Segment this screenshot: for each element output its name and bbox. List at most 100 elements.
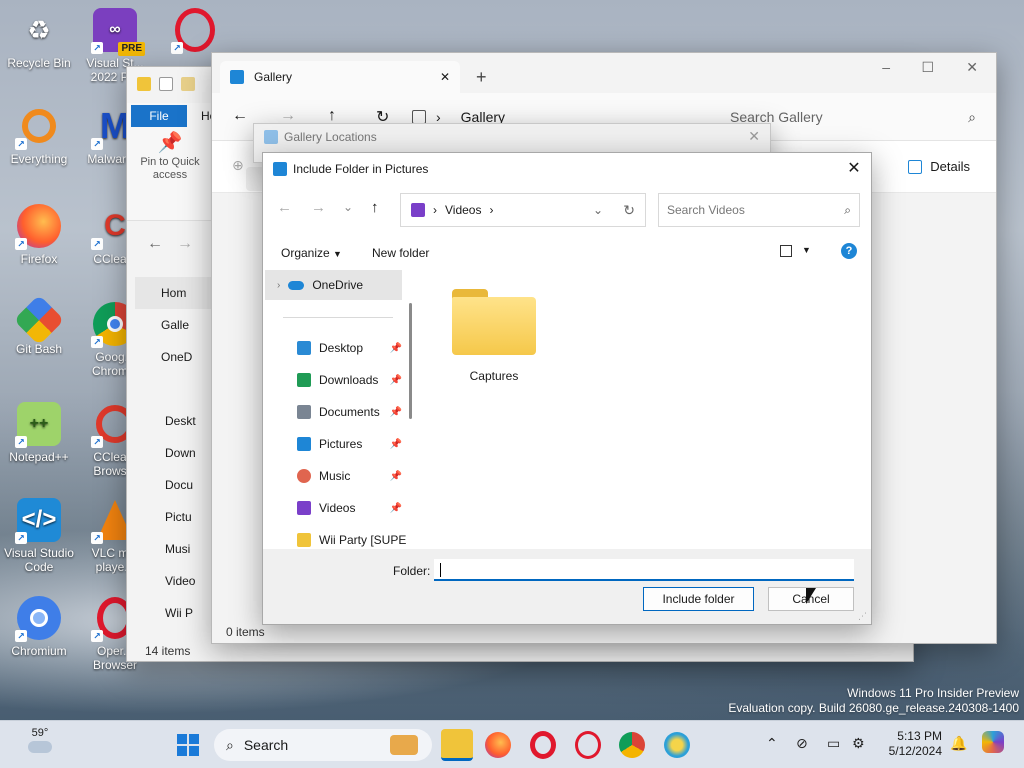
forward-arrow-icon[interactable]: →: [311, 199, 326, 216]
nav-label: Documents: [319, 405, 380, 419]
nav-item-documents[interactable]: Docu: [135, 469, 219, 501]
file-tab[interactable]: File: [131, 105, 187, 127]
watermark-line2: Evaluation copy. Build 26080.ge_release.…: [728, 701, 1019, 715]
dialog-address-bar[interactable]: › Videos › ⌄ ↻: [400, 193, 646, 227]
dialog-command-bar: Organize ▼ New folder ▼ ?: [263, 238, 871, 269]
desktop-icon-chromium[interactable]: ↗ Chromium: [0, 596, 78, 658]
nav-item-music[interactable]: Music 📌: [297, 462, 402, 490]
add-icon[interactable]: ⊕: [232, 157, 244, 174]
copilot-icon[interactable]: [982, 731, 1004, 753]
taskbar-opera-gx[interactable]: [575, 731, 601, 759]
chevron-up-icon[interactable]: ⌃: [766, 735, 778, 752]
close-button[interactable]: ✕: [837, 153, 871, 184]
weather-widget[interactable]: 59°: [20, 727, 60, 753]
nav-item-music[interactable]: Musi: [135, 533, 219, 565]
desktop-icon-git-bash[interactable]: Git Bash: [0, 294, 78, 356]
dropdown-arrow-icon[interactable]: ▼: [802, 245, 811, 255]
dialog-search-input[interactable]: Search Videos ⌕: [658, 193, 860, 227]
taskbar-firefox[interactable]: [485, 732, 511, 758]
taskbar-search-box[interactable]: ⌕ Search: [214, 729, 432, 761]
recycle-bin-icon: ♻: [27, 15, 51, 45]
up-arrow-icon[interactable]: ↑: [371, 199, 379, 216]
network-off-icon[interactable]: ⊘: [796, 735, 808, 752]
folder-item-captures[interactable]: Captures: [446, 289, 542, 383]
gallery-icon: [230, 70, 244, 84]
new-folder-button[interactable]: New folder: [372, 246, 429, 260]
gallery-icon: [412, 110, 426, 124]
taskbar-browser[interactable]: [664, 732, 690, 758]
nav-label: OneD: [161, 350, 193, 364]
notification-bell-icon[interactable]: 🔔: [950, 735, 967, 752]
close-button[interactable]: ✕: [966, 59, 978, 76]
search-placeholder: Search Videos: [667, 203, 745, 217]
start-button[interactable]: [172, 729, 204, 761]
recent-locations-icon[interactable]: ⌄: [343, 200, 353, 214]
resize-grip-icon[interactable]: ⋰: [858, 611, 867, 622]
taskbar-opera[interactable]: [530, 731, 556, 759]
back-arrow-icon[interactable]: ←: [277, 199, 292, 216]
tab-gallery[interactable]: Gallery ✕: [220, 61, 460, 93]
nav-item-documents[interactable]: Documents 📌: [297, 398, 402, 426]
include-folder-dialog[interactable]: Include Folder in Pictures ✕ ← → ⌄ ↑ › V…: [262, 152, 872, 625]
desktop-icon-recycle-bin[interactable]: ♻ Recycle Bin: [0, 8, 78, 70]
desktop-icon-notepad-plus-plus[interactable]: ++ ↗ Notepad++: [0, 402, 78, 464]
nav-item-wii-party[interactable]: Wii P: [135, 597, 219, 629]
cloud-icon: [28, 741, 52, 753]
back-arrow-icon[interactable]: ←: [232, 107, 248, 125]
nav-item-gallery[interactable]: Galle: [135, 309, 219, 341]
refresh-icon[interactable]: ↻: [623, 202, 635, 219]
address-crumb[interactable]: Videos: [445, 203, 481, 217]
minimize-button[interactable]: –: [882, 59, 890, 75]
taskbar-chrome[interactable]: [619, 732, 645, 758]
desktop-icon-everything[interactable]: ↗ Everything: [0, 104, 78, 166]
nav-label: Docu: [165, 478, 194, 492]
nav-item-pictures[interactable]: Pictu: [135, 501, 219, 533]
tab-close-icon[interactable]: ✕: [440, 70, 450, 84]
clock[interactable]: 5:13 PM 5/12/2024: [878, 729, 942, 759]
display-icon[interactable]: ▭: [827, 735, 840, 752]
pictures-icon: [273, 161, 287, 176]
folder-item-label: Captures: [469, 369, 519, 383]
opera-icon: ↗: [171, 8, 217, 54]
folder-icon: [137, 77, 151, 91]
nav-label: Downloads: [319, 373, 379, 387]
nav-item-desktop[interactable]: Desktop 📌: [297, 334, 402, 362]
chevron-down-icon[interactable]: ⌄: [593, 203, 603, 217]
back-arrow-icon[interactable]: ←: [147, 235, 163, 253]
nav-item-onedrive[interactable]: OneD: [135, 341, 219, 373]
organize-button[interactable]: Organize ▼: [281, 246, 342, 260]
nav-label: Galle: [161, 318, 190, 332]
new-tab-button[interactable]: +: [476, 67, 487, 88]
pin-quick-access-button[interactable]: 📌 Pin to Quick access: [135, 133, 205, 182]
weather-temp: 59°: [31, 727, 49, 739]
dialog-bottom-bar: Folder: Include folder Cancel ⋰: [263, 549, 871, 624]
close-icon[interactable]: ✕: [748, 128, 760, 145]
forward-arrow-icon[interactable]: →: [177, 235, 193, 253]
settings-sync-icon[interactable]: ⚙: [852, 735, 865, 752]
help-icon[interactable]: ?: [841, 243, 857, 259]
folder-input[interactable]: [434, 559, 854, 581]
nav-label: Videos: [319, 501, 356, 515]
nav-item-home[interactable]: Hom: [135, 277, 219, 309]
desktop-icon-firefox[interactable]: ↗ Firefox: [0, 204, 78, 266]
windows-logo-icon: [177, 734, 199, 756]
checkbox-icon[interactable]: [159, 77, 173, 91]
nav-item-pictures[interactable]: Pictures 📌: [297, 430, 402, 458]
nav-label: Pictu: [165, 510, 192, 524]
nav-item-videos[interactable]: Videos 📌: [297, 494, 402, 522]
nav-scrollbar[interactable]: [409, 303, 412, 419]
desktop-icon-vscode[interactable]: </> ↗ Visual Studio Code: [0, 498, 78, 574]
maximize-button[interactable]: ☐: [921, 59, 934, 76]
details-button[interactable]: Details: [908, 159, 970, 174]
desktop-icon-label: Git Bash: [15, 342, 63, 356]
desktop-icon-opera[interactable]: ↗: [156, 8, 234, 56]
taskbar-file-explorer[interactable]: [441, 729, 473, 761]
nav-item-onedrive[interactable]: › OneDrive: [265, 270, 402, 300]
details-pane-icon: [908, 159, 923, 174]
nav-item-downloads[interactable]: Downloads 📌: [297, 366, 402, 394]
include-folder-button[interactable]: Include folder: [643, 587, 754, 611]
nav-item-downloads[interactable]: Down: [135, 437, 219, 469]
nav-item-desktop[interactable]: Deskt: [135, 405, 219, 437]
view-icon[interactable]: [780, 245, 792, 257]
nav-item-videos[interactable]: Video: [135, 565, 219, 597]
